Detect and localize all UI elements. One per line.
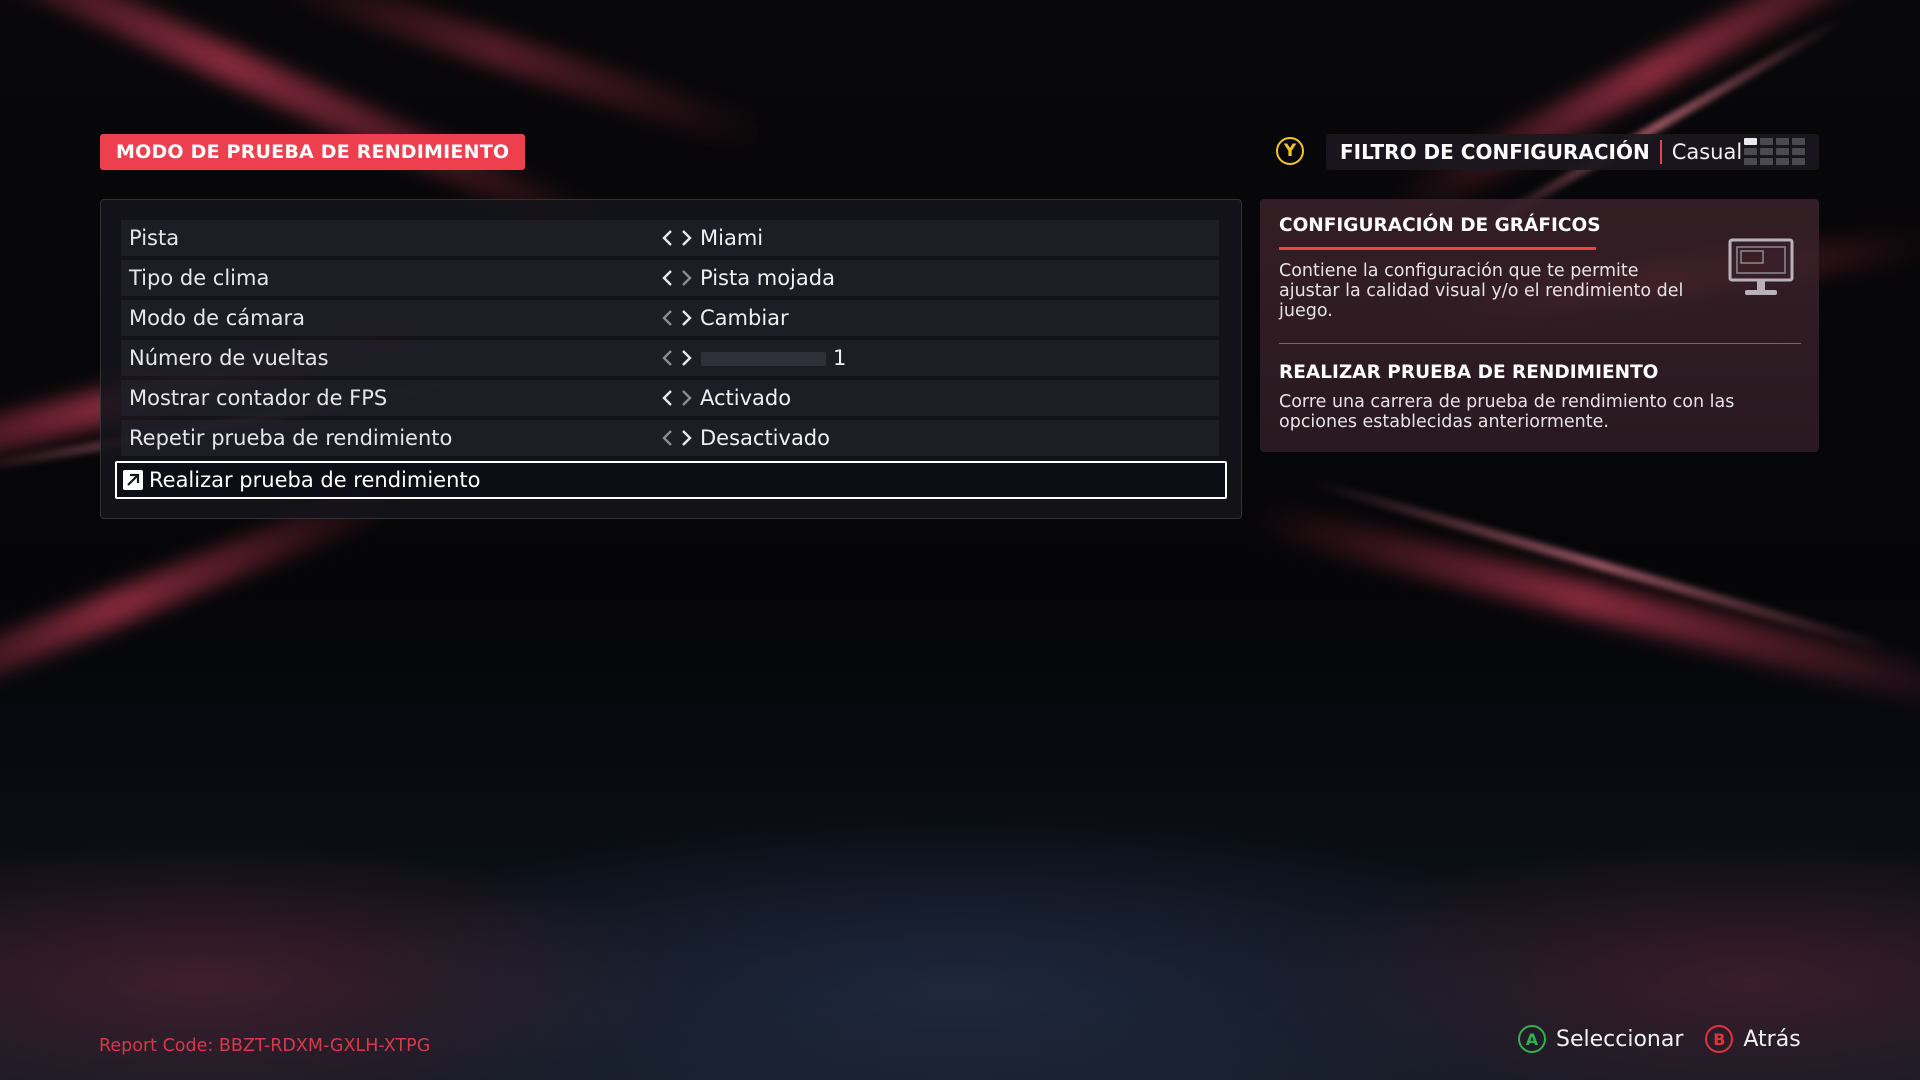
left-arrow-icon[interactable]	[660, 388, 676, 408]
setting-label: Modo de cámara	[129, 306, 305, 330]
right-arrow-icon[interactable]	[678, 428, 694, 448]
select-label[interactable]: Seleccionar	[1556, 1027, 1683, 1052]
filter-grid-icon	[1744, 138, 1805, 165]
option-arrows[interactable]	[660, 348, 694, 368]
report-code: Report Code: BBZT-RDXM-GXLH-XTPG	[99, 1036, 431, 1056]
left-arrow-icon[interactable]	[660, 228, 676, 248]
info-panel: CONFIGURACIÓN DE GRÁFICOS Contiene la co…	[1260, 199, 1819, 452]
left-arrow-icon[interactable]	[660, 268, 676, 288]
setting-row-weather[interactable]: Tipo de clima Pista mojada	[121, 260, 1219, 296]
bg-streak	[1389, 0, 1920, 225]
info-title-graphics: CONFIGURACIÓN DE GRÁFICOS	[1279, 215, 1601, 236]
right-arrow-icon[interactable]	[678, 268, 694, 288]
info-divider	[1279, 343, 1801, 344]
run-benchmark-button[interactable]: Realizar prueba de rendimiento	[115, 461, 1227, 499]
option-arrows[interactable]	[660, 388, 694, 408]
info-title-benchmark: REALIZAR PRUEBA DE RENDIMIENTO	[1279, 362, 1659, 383]
run-benchmark-label: Realizar prueba de rendimiento	[149, 468, 481, 492]
right-arrow-icon[interactable]	[678, 228, 694, 248]
setting-label: Repetir prueba de rendimiento	[129, 426, 453, 450]
option-arrows[interactable]	[660, 428, 694, 448]
page-title: MODO DE PRUEBA DE RENDIMIENTO	[100, 134, 526, 170]
setting-label: Pista	[129, 226, 180, 250]
setting-value: 1	[833, 346, 847, 370]
settings-panel: Pista Miami Tipo de clima Pista mojada M…	[100, 199, 1242, 519]
option-arrows[interactable]	[660, 228, 694, 248]
filter-label: FILTRO DE CONFIGURACIÓN	[1340, 140, 1650, 164]
left-arrow-icon[interactable]	[660, 348, 676, 368]
laps-slider[interactable]	[701, 352, 826, 366]
filter-separator	[1659, 140, 1662, 164]
game-screen: MODO DE PRUEBA DE RENDIMIENTO Y FILTRO D…	[0, 0, 1920, 1080]
info-desc-benchmark: Corre una carrera de prueba de rendimien…	[1279, 392, 1735, 432]
filter-value: Casual	[1671, 140, 1743, 164]
setting-label: Número de vueltas	[129, 346, 329, 370]
config-filter[interactable]: FILTRO DE CONFIGURACIÓN Casual	[1326, 134, 1819, 170]
setting-value: Pista mojada	[700, 266, 835, 290]
setting-row-laps[interactable]: Número de vueltas 1	[121, 340, 1219, 376]
right-arrow-icon[interactable]	[678, 348, 694, 368]
setting-value: Cambiar	[700, 306, 789, 330]
left-arrow-icon[interactable]	[660, 428, 676, 448]
right-arrow-icon[interactable]	[678, 388, 694, 408]
setting-row-repeat[interactable]: Repetir prueba de rendimiento Desactivad…	[121, 420, 1219, 456]
b-button-icon[interactable]: B	[1705, 1025, 1734, 1053]
info-underline	[1279, 247, 1596, 250]
option-arrows[interactable]	[660, 268, 694, 288]
monitor-icon	[1728, 238, 1794, 295]
y-button-icon[interactable]: Y	[1276, 137, 1304, 165]
left-arrow-icon[interactable]	[660, 308, 676, 328]
bg-streak	[1246, 498, 1920, 718]
a-button-icon[interactable]: A	[1518, 1025, 1546, 1053]
setting-row-track[interactable]: Pista Miami	[121, 220, 1219, 256]
footer-controls: A Seleccionar B Atrás	[1518, 1025, 1801, 1053]
setting-value: Desactivado	[700, 426, 830, 450]
setting-row-fps[interactable]: Mostrar contador de FPS Activado	[121, 380, 1219, 416]
external-link-icon	[123, 470, 143, 490]
setting-label: Tipo de clima	[129, 266, 270, 290]
option-arrows[interactable]	[660, 308, 694, 328]
setting-value: Miami	[700, 226, 764, 250]
setting-value: Activado	[700, 386, 792, 410]
setting-label: Mostrar contador de FPS	[129, 386, 388, 410]
right-arrow-icon[interactable]	[678, 308, 694, 328]
info-desc-graphics: Contiene la configuración que te permite…	[1279, 261, 1684, 321]
setting-row-camera[interactable]: Modo de cámara Cambiar	[121, 300, 1219, 336]
back-label[interactable]: Atrás	[1743, 1027, 1800, 1052]
